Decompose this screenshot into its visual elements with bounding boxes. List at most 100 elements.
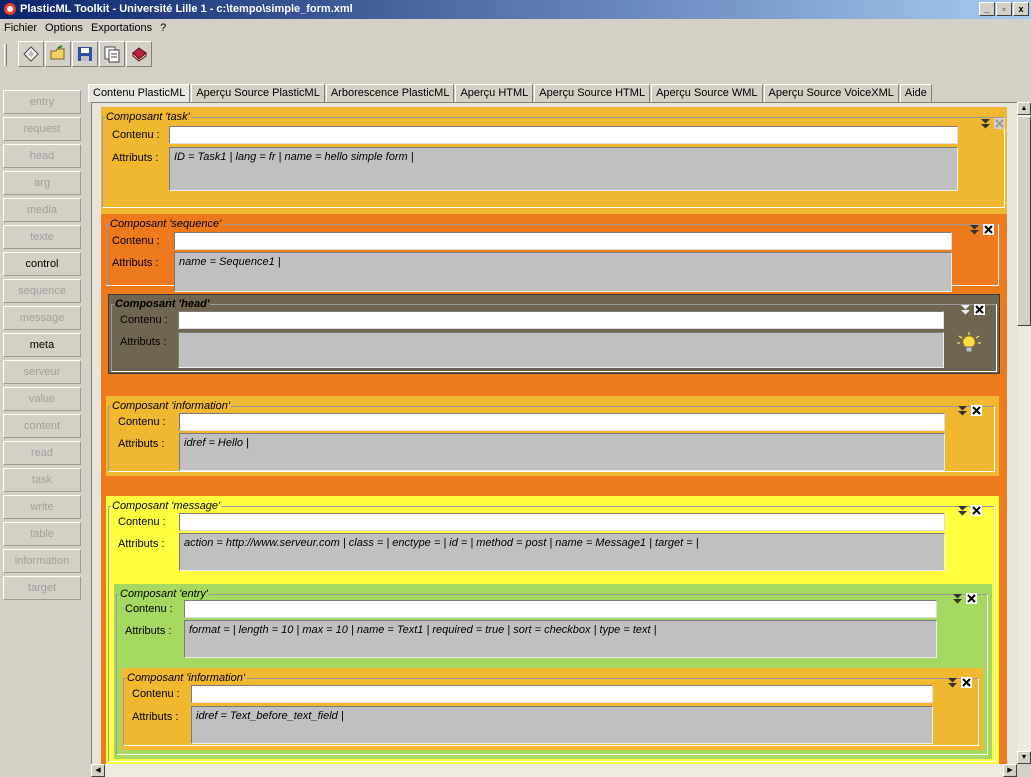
contenu-input[interactable] (174, 232, 952, 250)
component-legend: Composant 'head' (115, 298, 210, 310)
collapse-icon[interactable] (957, 405, 968, 416)
window-title: PlasticML Toolkit - Université Lille 1 -… (20, 3, 353, 15)
palette-sequence[interactable]: sequence (3, 279, 81, 303)
tab-arborescence-plasticml[interactable]: Arborescence PlasticML (325, 84, 455, 102)
collapse-icon[interactable] (969, 224, 980, 235)
tab-apercu-source-wml[interactable]: Aperçu Source WML (651, 84, 763, 102)
toolbar (0, 38, 1031, 82)
palette-read[interactable]: read (3, 441, 81, 465)
palette-task[interactable]: task (3, 468, 81, 492)
open-button[interactable] (45, 41, 71, 67)
contenu-label: Contenu : (112, 129, 160, 141)
scroll-thumb[interactable] (1017, 116, 1031, 326)
palette-write[interactable]: write (3, 495, 81, 519)
app-icon (4, 3, 16, 15)
component-information: Composant 'information' Contenu : Attrib… (121, 668, 983, 750)
palette-head[interactable]: head (3, 144, 81, 168)
palette-meta[interactable]: meta (3, 333, 81, 357)
palette-information[interactable]: information (3, 549, 81, 573)
palette-message[interactable]: message (3, 306, 81, 330)
component-information: Composant 'information' Contenu : Attrib… (106, 396, 999, 476)
tab-apercu-source-voicexml[interactable]: Aperçu Source VoiceXML (763, 84, 899, 102)
tab-apercu-source-html[interactable]: Aperçu Source HTML (534, 84, 651, 102)
delete-icon[interactable] (983, 224, 994, 235)
scroll-down-button[interactable]: ▼ (1017, 751, 1031, 764)
collapse-icon[interactable] (952, 593, 963, 604)
toolbar-grip[interactable] (4, 44, 7, 66)
tab-apercu-html[interactable]: Aperçu HTML (455, 84, 534, 102)
delete-icon[interactable] (994, 118, 1005, 129)
menu-options[interactable]: Options (41, 19, 87, 38)
new-button[interactable] (18, 41, 44, 67)
delete-icon[interactable] (961, 677, 972, 688)
palette-table[interactable]: table (3, 522, 81, 546)
contenu-input[interactable] (184, 600, 937, 618)
contenu-label: Contenu : (118, 516, 166, 528)
component-legend: Composant 'information' (112, 400, 230, 412)
attributs-label: Attributs : (118, 438, 165, 450)
attributs-field[interactable]: ID = Task1 | lang = fr | name = hello si… (169, 147, 958, 191)
book-button[interactable] (126, 41, 152, 67)
vertical-scrollbar[interactable]: ▲ ▼ (1017, 102, 1031, 764)
attributs-label: Attributs : (125, 625, 172, 637)
contenu-input[interactable] (191, 685, 933, 703)
contenu-input[interactable] (179, 513, 945, 531)
delete-icon[interactable] (971, 505, 982, 516)
component-legend: Composant 'message' (112, 500, 221, 512)
component-legend: Composant 'entry' (120, 588, 208, 600)
attributs-label: Attributs : (120, 336, 167, 348)
attributs-label: Attributs : (132, 711, 179, 723)
attributs-field[interactable]: idref = Hello | (179, 433, 945, 471)
component-palette: entry request head arg media texte contr… (0, 84, 85, 777)
palette-entry[interactable]: entry (3, 90, 81, 114)
component-sequence: Composant 'sequence' Contenu : Attributs… (101, 214, 1007, 764)
palette-content[interactable]: content (3, 414, 81, 438)
open-icon (50, 45, 65, 60)
palette-control[interactable]: control (3, 252, 81, 276)
tab-contenu-plasticml[interactable]: Contenu PlasticML (88, 84, 191, 102)
attributs-field[interactable]: idref = Text_before_text_field | (191, 706, 933, 744)
collapse-icon[interactable] (947, 677, 958, 688)
horizontal-scrollbar[interactable]: ◀ ▶ (91, 764, 1017, 777)
attributs-field[interactable]: name = Sequence1 | (174, 252, 952, 292)
collapse-icon[interactable] (957, 505, 968, 516)
collapse-icon[interactable] (960, 304, 971, 315)
attributs-field[interactable] (178, 332, 944, 368)
palette-serveur[interactable]: serveur (3, 360, 81, 384)
copy-icon (104, 46, 120, 63)
contenu-input[interactable] (178, 311, 944, 329)
save-button[interactable] (72, 41, 98, 67)
maximize-button[interactable]: ▫ (996, 2, 1012, 16)
palette-request[interactable]: request (3, 117, 81, 141)
palette-media[interactable]: media (3, 198, 81, 222)
attributs-label: Attributs : (112, 152, 159, 164)
contenu-input[interactable] (179, 413, 945, 431)
tab-aide[interactable]: Aide (899, 84, 932, 102)
tab-bar: Contenu PlasticML Aperçu Source PlasticM… (88, 84, 933, 102)
palette-texte[interactable]: texte (3, 225, 81, 249)
delete-icon[interactable] (971, 405, 982, 416)
menu-fichier[interactable]: Fichier (0, 19, 41, 38)
scroll-left-button[interactable]: ◀ (91, 764, 105, 777)
collapse-icon[interactable] (980, 118, 991, 129)
component-message: Composant 'message' Contenu : Attributs … (106, 496, 999, 764)
palette-target[interactable]: target (3, 576, 81, 600)
attributs-field[interactable]: action = http://www.serveur.com | class … (179, 533, 945, 571)
tab-apercu-source-plasticml[interactable]: Aperçu Source PlasticML (191, 84, 325, 102)
delete-icon[interactable] (974, 304, 985, 315)
minimize-button[interactable]: _ (979, 2, 995, 16)
palette-value[interactable]: value (3, 387, 81, 411)
new-icon (23, 46, 39, 62)
palette-arg[interactable]: arg (3, 171, 81, 195)
menu-exportations[interactable]: Exportations (87, 19, 156, 38)
copy-button[interactable] (99, 41, 125, 67)
attributs-label: Attributs : (118, 538, 165, 550)
menu-help[interactable]: ? (156, 19, 170, 38)
scroll-right-button[interactable]: ▶ (1003, 764, 1017, 777)
contenu-input[interactable] (169, 126, 958, 144)
component-entry: Composant 'entry' Contenu : Attributs : … (114, 584, 992, 759)
scroll-up-button[interactable]: ▲ (1017, 102, 1031, 115)
delete-icon[interactable] (966, 593, 977, 604)
close-button[interactable]: x (1013, 2, 1029, 16)
attributs-field[interactable]: format = | length = 10 | max = 10 | name… (184, 620, 937, 658)
